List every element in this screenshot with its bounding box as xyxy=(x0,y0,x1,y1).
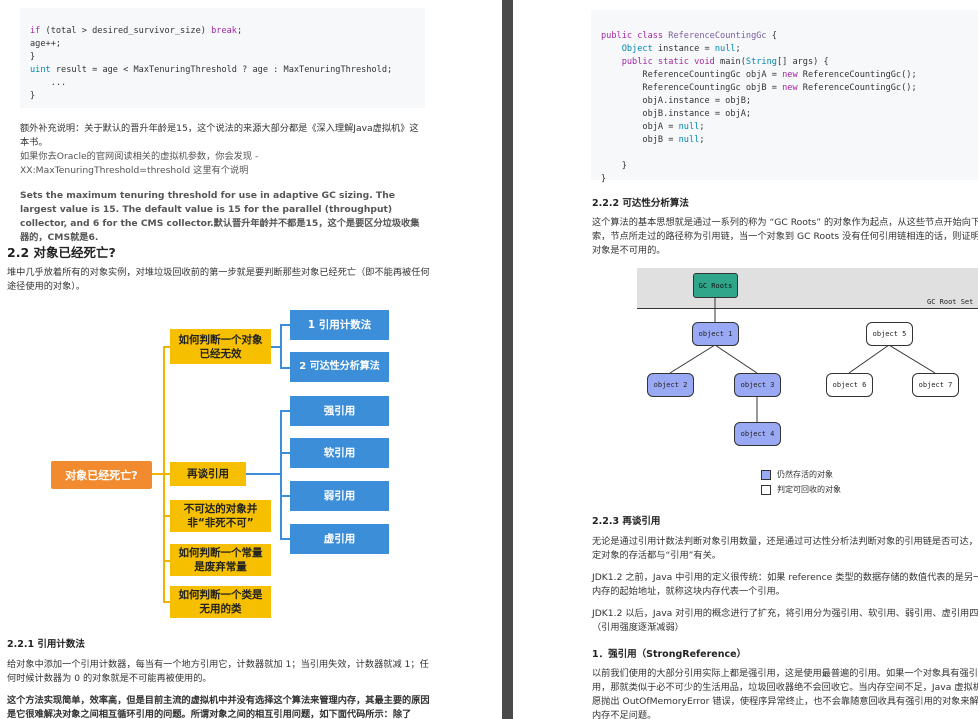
object-1-node: object 1 xyxy=(692,322,739,346)
mm-node-useless-class: 如何判断一个类是无用的类 xyxy=(170,586,271,618)
legend-dead-swatch xyxy=(761,485,771,495)
mm-node-weak-ref: 弱引用 xyxy=(290,481,389,511)
code-line: } xyxy=(30,91,36,101)
strong-reference-title: 1．强引用（StrongReference） xyxy=(592,649,747,660)
reachability-diagram: GC Root Set GC Roots object 1 object 2 o… xyxy=(637,262,978,502)
mm-connector xyxy=(280,324,290,326)
reachability-title: 2.2.2 可达性分析算法 xyxy=(592,198,689,209)
code-line: objA.instance = objB; xyxy=(601,96,752,106)
code-line: objB.instance = objA; xyxy=(601,109,752,119)
code-block-left: if (total > desired_survivor_size) break… xyxy=(20,8,425,108)
code-line: } xyxy=(601,174,607,184)
subsection-paragraph-2: 这个方法实现简单，效率高，但是目前主流的虚拟机中并没有选择这个算法来管理内存，其… xyxy=(7,695,430,719)
code-line: ReferenceCountingGc objB = new Reference… xyxy=(601,83,917,93)
mm-connector xyxy=(280,324,282,368)
object-2-node: object 2 xyxy=(647,373,694,397)
mm-node-constant: 如何判断一个常量是废弃常量 xyxy=(170,544,271,576)
mm-node-references: 再谈引用 xyxy=(170,462,246,486)
mm-node-strong-ref: 强引用 xyxy=(290,396,389,426)
references-paragraph-1: 无论是通过引用计数法判断对象引用数量，还是通过可达性分析法判断对象的引用链是否可… xyxy=(592,536,978,561)
code-line: ReferenceCountingGc objA = new Reference… xyxy=(601,70,917,80)
subsection-title: 2.2.1 引用计数法 xyxy=(7,639,85,650)
page-gutter xyxy=(502,0,513,719)
code-line: objB = null; xyxy=(601,135,705,145)
section-intro: 堆中几乎放着所有的对象实例，对堆垃圾回收前的第一步就是要判断那些对象已经死亡（即… xyxy=(7,267,430,292)
mm-node-reachability: 2 可达性分析算法 xyxy=(290,352,389,382)
code-line: ... xyxy=(30,78,67,88)
strong-reference-paragraph: 以前我们使用的大部分引用实际上都是强引用，这是使用最普遍的引用。如果一个对象具有… xyxy=(592,668,978,719)
mm-connector xyxy=(163,515,170,517)
mm-connector xyxy=(280,495,290,497)
code-line: public class ReferenceCountingGc { xyxy=(601,31,777,41)
object-6-node: object 6 xyxy=(826,373,873,397)
mm-connector xyxy=(280,410,282,539)
object-7-node: object 7 xyxy=(912,373,959,397)
gc-roots-node: GC Roots xyxy=(693,273,738,298)
mm-connector xyxy=(163,346,170,348)
mm-connector xyxy=(280,367,290,369)
mm-connector xyxy=(163,473,170,475)
tree-edges xyxy=(669,297,936,422)
mm-connector xyxy=(280,452,290,454)
mm-root-node: 对象已经死亡? xyxy=(51,461,152,489)
note-paragraph-1: 额外补充说明：关于默认的晋升年龄是15，这个说法的来源大部分都是《深入理解Jav… xyxy=(20,123,419,148)
code-block-right: public class ReferenceCountingGc { Objec… xyxy=(591,10,978,184)
mm-connector xyxy=(246,473,281,475)
reachability-paragraph: 这个算法的基本思想就是通过一系列的称为 “GC Roots” 的对象作为起点，从… xyxy=(592,217,978,256)
code-line: Object instance = null; xyxy=(621,44,741,54)
mm-node-phantom-ref: 虚引用 xyxy=(290,524,389,554)
object-3-node: object 3 xyxy=(734,373,781,397)
legend-live-swatch xyxy=(761,470,771,480)
mm-node-invalid-object: 如何判断一个对象已经无效 xyxy=(170,329,271,364)
subsection-paragraph-1: 给对象中添加一个引用计数器，每当有一个地方引用它，计数器就加 1；当引用失效，计… xyxy=(7,659,429,684)
legend-dead-label: 判定可回收的对象 xyxy=(777,485,841,494)
code-line: if (total > desired_survivor_size) break… xyxy=(30,26,243,36)
references-title: 2.2.3 再谈引用 xyxy=(592,516,661,527)
right-page: public class ReferenceCountingGc { Objec… xyxy=(513,0,978,719)
object-5-node: object 5 xyxy=(866,322,913,346)
references-paragraph-3: JDK1.2 以后，Java 对引用的概念进行了扩充，将引用分为强引用、软引用、… xyxy=(592,608,978,633)
mm-connector xyxy=(280,538,290,540)
section-title: 2.2 对象已经死亡? xyxy=(7,245,116,260)
left-page: if (total > desired_survivor_size) break… xyxy=(0,0,502,719)
code-line: public static void main(String[] args) { xyxy=(621,57,829,67)
code-line: age++; xyxy=(30,39,62,49)
mm-node-ref-counting: 1 引用计数法 xyxy=(290,310,389,340)
note-bold: Sets the maximum tenuring threshold for … xyxy=(20,190,420,243)
legend-live-label: 仍然存活的对象 xyxy=(777,470,833,479)
references-paragraph-2: JDK1.2 之前，Java 中引用的定义很传统：如果 reference 类型… xyxy=(592,572,978,597)
code-line: objA = null; xyxy=(601,122,705,132)
mm-connector xyxy=(163,601,170,603)
mm-node-soft-ref: 软引用 xyxy=(290,438,389,468)
mm-connector xyxy=(280,410,290,412)
note-paragraph-2: 如果你去Oracle的官网阅读相关的虚拟机参数，你会发现 -XX:MaxTenu… xyxy=(20,151,259,176)
code-line: uint result = age < MaxTenuringThreshold… xyxy=(30,65,393,75)
code-line: } xyxy=(601,161,627,171)
mm-node-unreachable: 不可达的对象并非“非死不可” xyxy=(170,500,271,532)
mm-connector xyxy=(163,560,170,562)
object-4-node: object 4 xyxy=(734,422,781,446)
code-line: } xyxy=(30,52,36,62)
